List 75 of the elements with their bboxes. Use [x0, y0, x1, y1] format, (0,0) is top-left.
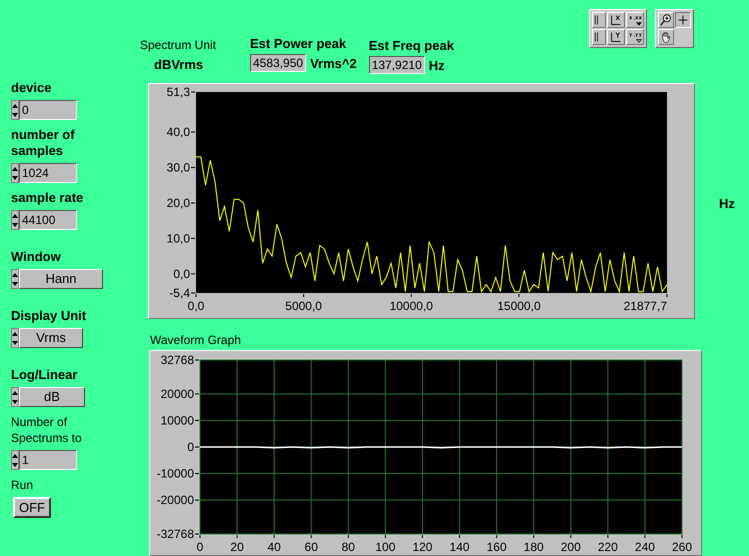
y-format-icon[interactable]: [626, 29, 644, 45]
axis-tick-label: -10000: [156, 466, 194, 481]
spin-arrows-icon[interactable]: [11, 450, 19, 470]
axis-tick-label: 200: [560, 540, 581, 554]
control-label: device: [11, 80, 52, 96]
axis-tick-label: 20: [230, 540, 244, 554]
zoom-icon[interactable]: [658, 12, 674, 28]
control-label: Window: [11, 249, 62, 265]
ring-selector[interactable]: Hann: [19, 269, 103, 289]
axis-tick-label: 0,0: [173, 266, 190, 281]
numeric-field[interactable]: 1: [19, 450, 77, 470]
indicator-field: 137,9210: [368, 56, 425, 74]
axis-tick-label: 20000: [160, 386, 194, 401]
spin-arrows-icon[interactable]: [11, 387, 19, 407]
axis-tick-label: -5,4: [169, 286, 190, 300]
axis-tick-label: 60: [304, 540, 318, 554]
axis-tick-label: 51,3: [166, 85, 190, 99]
control-label: sample rate: [11, 190, 84, 206]
graph-title: Waveform Graph: [150, 333, 242, 347]
axis-tick-label: 160: [486, 540, 507, 554]
ring-selector[interactable]: dB: [19, 387, 85, 407]
axis-tick-label: 240: [634, 540, 655, 554]
toggle-button[interactable]: OFF: [13, 497, 51, 518]
axis-tick-label: 5000,0: [285, 299, 322, 313]
axis-tick-label: -32768: [156, 527, 194, 541]
axis-tick-label: 0: [196, 540, 204, 554]
control-label: Display Unit: [11, 308, 88, 324]
spin-arrows-icon[interactable]: [11, 269, 19, 289]
spin-arrows-icon[interactable]: [11, 210, 19, 230]
spectrum-unit-label: Spectrum Unit: [140, 38, 218, 52]
axis-tick-label: 30,0: [166, 160, 190, 174]
indicator-label: Est Freq peak: [368, 38, 454, 53]
axis-tick-label: 10000,0: [390, 299, 433, 313]
numeric-field[interactable]: 44100: [19, 210, 77, 230]
axis-tick-label: 120: [412, 540, 432, 554]
axis-tick-label: 21877,7: [624, 299, 667, 313]
unit-label: Vrms^2: [310, 56, 357, 70]
control-label: number of samples: [11, 127, 76, 159]
axis-tick-label: 100: [375, 540, 396, 554]
scale-lock-icon[interactable]: [592, 12, 606, 28]
y-axis-icon[interactable]: [606, 29, 625, 45]
spin-arrows-icon[interactable]: [11, 328, 19, 348]
control-label: Number of Spectrums to: [11, 414, 83, 446]
axis-tick-label: 0: [187, 440, 194, 454]
control-label: Run: [11, 477, 34, 493]
ring-selector[interactable]: Vrms: [19, 328, 83, 348]
axis-tick-label: 10,0: [166, 231, 190, 246]
axis-tick-label: 40,0: [166, 125, 190, 140]
axis-tick-label: 140: [450, 540, 470, 554]
axis-tick-label: 15000,0: [497, 299, 541, 313]
unit-label: Hz: [428, 58, 445, 72]
spectrum-unit-value: dBVrms: [154, 57, 204, 72]
axis-tick-label: -20000: [156, 493, 194, 508]
axis-tick-label: 32768: [160, 353, 194, 367]
crosshair-icon[interactable]: [674, 12, 691, 28]
axis-tick-label: 220: [598, 540, 618, 554]
hand-icon[interactable]: [658, 29, 674, 45]
axis-tick-label: 80: [342, 540, 355, 554]
spin-arrows-icon[interactable]: [11, 100, 19, 120]
numeric-field[interactable]: 1024: [19, 163, 77, 183]
axis-tick-label: 20,0: [166, 196, 190, 210]
unit-label: Hz: [719, 196, 735, 210]
control-label: Log/Linear: [11, 367, 78, 383]
numeric-field[interactable]: 0: [19, 100, 77, 120]
x-format-icon[interactable]: [626, 12, 644, 28]
spin-arrows-icon[interactable]: [11, 163, 19, 183]
scale-lock-icon[interactable]: [592, 29, 606, 45]
axis-tick-label: 180: [524, 540, 544, 554]
axis-tick-label: 40: [267, 540, 281, 554]
x-axis-icon[interactable]: [606, 12, 625, 28]
axis-tick-label: 0,0: [188, 299, 204, 313]
axis-tick-label: 10000: [160, 413, 194, 428]
indicator-label: Est Power peak: [250, 36, 348, 51]
axis-tick-label: 260: [672, 540, 692, 554]
indicator-field: 4583,950: [250, 54, 306, 72]
